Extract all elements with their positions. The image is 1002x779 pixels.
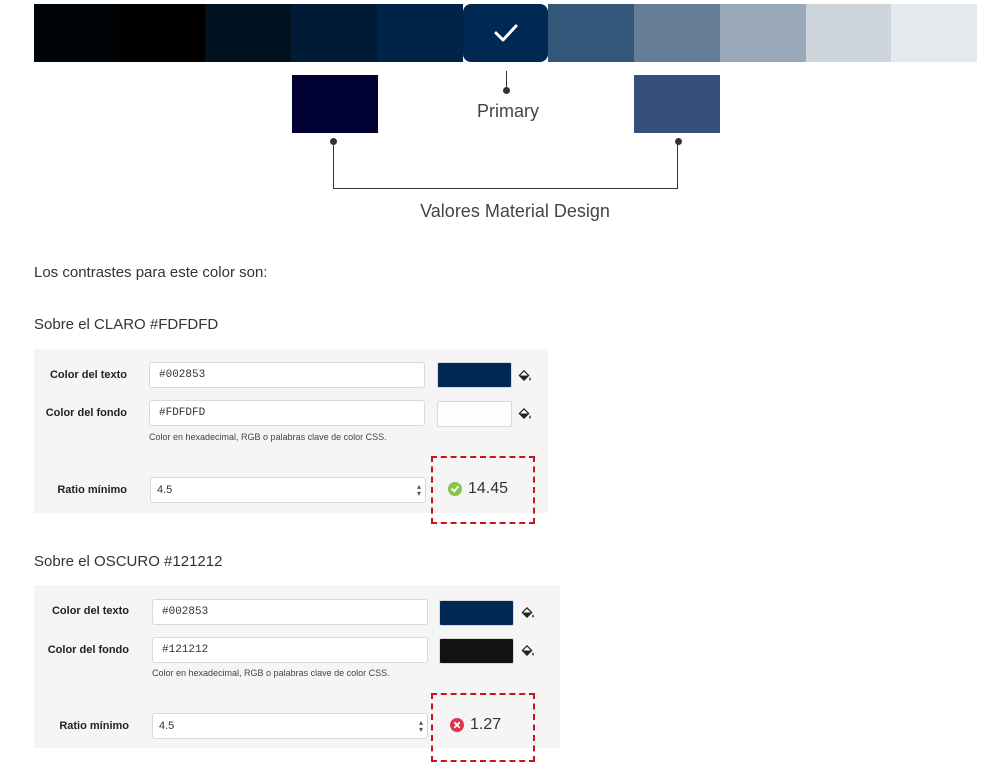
dark-section-title: Sobre el OSCURO #121212 <box>34 553 223 570</box>
palette-swatch-3[interactable] <box>291 4 377 62</box>
paint-bucket-icon[interactable] <box>521 644 535 658</box>
background-color-input[interactable]: #121212 <box>152 637 428 663</box>
palette-swatch-1[interactable] <box>119 4 206 62</box>
contrast-result: 14.45 <box>448 480 508 498</box>
color-palette <box>34 4 978 62</box>
palette-swatch-primary[interactable] <box>462 4 549 62</box>
checkmark-icon <box>493 23 519 43</box>
material-bracket <box>333 141 678 189</box>
text-color-input[interactable]: #002853 <box>152 599 428 625</box>
text-color-preview[interactable] <box>439 600 514 626</box>
color-format-hint: Color en hexadecimal, RGB o palabras cla… <box>152 668 390 678</box>
color-format-hint: Color en hexadecimal, RGB o palabras cla… <box>149 432 387 442</box>
palette-swatch-8[interactable] <box>719 4 806 62</box>
material-light-swatch[interactable] <box>634 75 720 133</box>
paint-bucket-icon[interactable] <box>518 369 532 383</box>
select-caret-icon: ▴ ▾ <box>418 718 423 734</box>
contrast-ratio-value: 1.27 <box>470 716 502 733</box>
material-dark-swatch[interactable] <box>292 75 378 133</box>
ratio-label: Ratio mínimo <box>57 484 127 496</box>
palette-swatch-10[interactable] <box>891 4 978 62</box>
contrast-intro-text: Los contrastes para este color son: <box>34 264 268 281</box>
contrast-result: 1.27 <box>450 716 501 734</box>
select-caret-icon: ▴ ▾ <box>416 482 421 498</box>
ratio-select[interactable]: 4.5 ▴ ▾ <box>152 713 428 739</box>
background-color-label: Color del fondo <box>47 644 129 656</box>
primary-label: Primary <box>477 101 539 121</box>
text-color-preview[interactable] <box>437 362 512 388</box>
background-color-input[interactable]: #FDFDFD <box>149 400 425 426</box>
primary-connector-dot <box>503 87 510 94</box>
palette-swatch-4[interactable] <box>376 4 463 62</box>
paint-bucket-icon[interactable] <box>518 407 532 421</box>
contrast-ratio-value: 14.45 <box>468 480 509 497</box>
paint-bucket-icon[interactable] <box>521 606 535 620</box>
ratio-select-value: 4.5 <box>159 720 175 732</box>
text-color-label: Color del texto <box>49 369 127 381</box>
text-color-input[interactable]: #002853 <box>149 362 425 388</box>
text-color-label: Color del texto <box>51 605 129 617</box>
material-design-label: Valores Material Design <box>420 201 610 221</box>
ratio-label: Ratio mínimo <box>59 720 129 732</box>
palette-swatch-0[interactable] <box>34 4 120 62</box>
ratio-select-value: 4.5 <box>157 484 173 496</box>
check-circle-icon <box>448 482 462 496</box>
palette-swatch-7[interactable] <box>634 4 720 62</box>
background-color-preview[interactable] <box>437 401 512 427</box>
palette-swatch-9[interactable] <box>805 4 892 62</box>
palette-swatch-2[interactable] <box>205 4 292 62</box>
ratio-select[interactable]: 4.5 ▴ ▾ <box>150 477 426 503</box>
background-color-label: Color del fondo <box>45 407 127 419</box>
palette-swatch-6[interactable] <box>548 4 635 62</box>
background-color-preview[interactable] <box>439 638 514 664</box>
light-section-title: Sobre el CLARO #FDFDFD <box>34 316 219 333</box>
x-circle-icon <box>450 718 464 732</box>
